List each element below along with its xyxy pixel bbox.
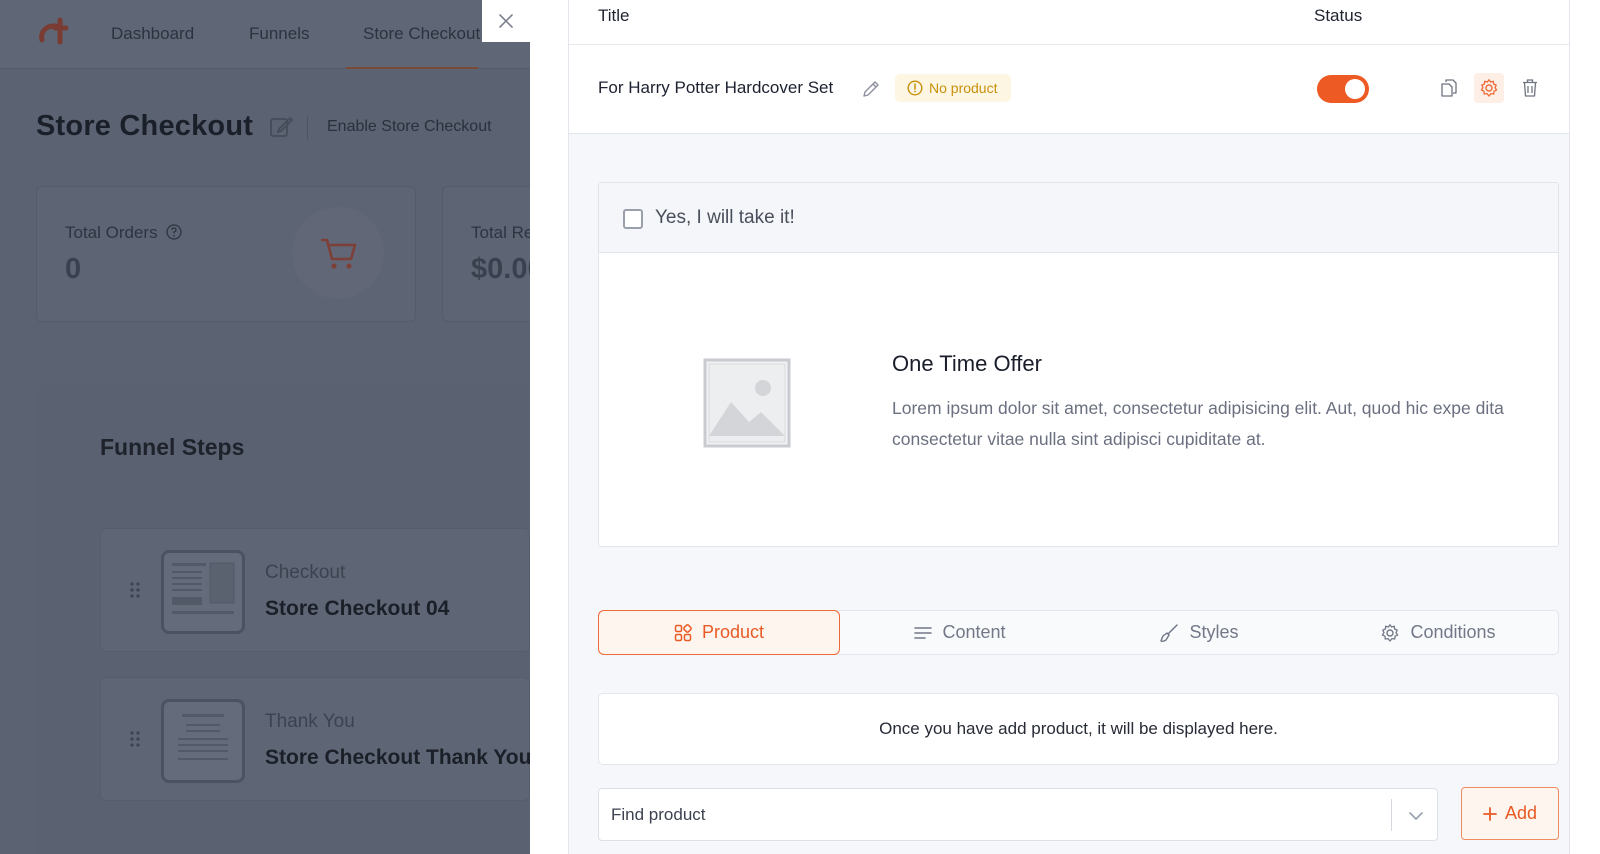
find-product-select[interactable] bbox=[598, 788, 1438, 841]
warning-icon bbox=[907, 80, 923, 96]
table-header: Title Status bbox=[569, 0, 1569, 45]
add-button-label: Add bbox=[1504, 803, 1538, 823]
nav-store-checkout[interactable]: Store Checkout bbox=[363, 24, 480, 44]
image-placeholder-icon bbox=[703, 358, 791, 448]
pencil-icon[interactable] bbox=[861, 79, 881, 99]
page-title: Store Checkout bbox=[36, 110, 254, 142]
nav-active-indicator bbox=[346, 67, 478, 69]
tab-label: Content bbox=[942, 622, 1006, 642]
order-bump-drawer: Title Status For Harry Potter Hardcover … bbox=[530, 0, 1600, 854]
offer-header: Yes, I will take it! bbox=[599, 183, 1558, 253]
enable-store-checkout-label[interactable]: Enable Store Checkout bbox=[327, 118, 492, 136]
copy-icon bbox=[1441, 79, 1457, 97]
cartflows-logo-icon bbox=[39, 17, 69, 45]
duplicate-button[interactable] bbox=[1434, 73, 1464, 103]
tab-content[interactable]: Content bbox=[839, 610, 1081, 655]
title-divider bbox=[307, 116, 308, 140]
add-product-button[interactable]: Add bbox=[1461, 787, 1559, 840]
step-thumbnail bbox=[161, 699, 245, 783]
no-product-badge: No product bbox=[895, 74, 1012, 102]
step-name[interactable]: Store Checkout Thank You bbox=[265, 746, 530, 770]
column-header-title: Title bbox=[598, 6, 630, 25]
tab-product[interactable]: Product bbox=[598, 610, 840, 655]
cart-badge bbox=[292, 207, 384, 299]
order-bump-title: For Harry Potter Hardcover Set bbox=[598, 78, 834, 97]
tab-conditions[interactable]: Conditions bbox=[1317, 610, 1559, 655]
tab-label: Conditions bbox=[1410, 622, 1496, 642]
top-navigation: Dashboard Funnels Store Checkout bbox=[0, 0, 530, 69]
trash-icon bbox=[1523, 79, 1537, 97]
offer-checkbox-label[interactable]: Yes, I will take it! bbox=[655, 207, 795, 229]
funnel-step-card[interactable]: Checkout Store Checkout 04 bbox=[100, 528, 530, 652]
gear-icon bbox=[1480, 79, 1498, 97]
offer-description: Lorem ipsum dolor sit amet, consectetur … bbox=[892, 398, 1504, 449]
badge-label: No product bbox=[929, 80, 998, 96]
stat-value: $0.00 bbox=[471, 253, 530, 285]
stat-label: Total Orders bbox=[65, 223, 182, 243]
empty-products-message: Once you have add product, it will be di… bbox=[598, 693, 1559, 765]
stat-value: 0 bbox=[65, 253, 82, 285]
tab-label: Styles bbox=[1189, 622, 1239, 642]
funnel-step-card[interactable]: Thank You Store Checkout Thank You bbox=[100, 677, 530, 801]
background-app: Dashboard Funnels Store Checkout Store C… bbox=[0, 0, 530, 854]
step-thumbnail bbox=[161, 550, 245, 634]
step-type: Thank You bbox=[265, 711, 355, 732]
settings-button[interactable] bbox=[1474, 73, 1504, 103]
brush-icon bbox=[1160, 623, 1179, 642]
cart-icon bbox=[321, 238, 357, 269]
nav-funnels[interactable]: Funnels bbox=[249, 24, 309, 44]
offer-title: One Time Offer bbox=[892, 351, 1042, 376]
drag-handle-icon[interactable] bbox=[129, 581, 141, 599]
nav-dashboard[interactable]: Dashboard bbox=[111, 24, 194, 44]
stat-label: Total Rev bbox=[471, 223, 530, 242]
stat-card-revenue: Total Rev $0.00 bbox=[442, 186, 530, 322]
help-icon[interactable] bbox=[166, 224, 182, 240]
close-icon bbox=[499, 14, 513, 28]
step-name[interactable]: Store Checkout 04 bbox=[265, 597, 449, 621]
select-divider bbox=[1391, 799, 1392, 831]
checkout-thumbnail-icon bbox=[172, 562, 235, 614]
plus-icon bbox=[1483, 806, 1497, 821]
step-type: Checkout bbox=[265, 562, 346, 583]
gear-icon bbox=[1382, 623, 1399, 642]
product-grid-icon bbox=[674, 623, 692, 641]
order-bump-preview: Yes, I will take it! One Time Offer Lore… bbox=[598, 182, 1559, 547]
stat-card-orders: Total Orders 0 bbox=[36, 186, 416, 322]
tab-label: Product bbox=[701, 622, 765, 642]
funnel-steps-title: Funnel Steps bbox=[100, 434, 245, 460]
thankyou-thumbnail-icon bbox=[178, 714, 228, 760]
tab-styles[interactable]: Styles bbox=[1078, 610, 1320, 655]
toggle-knob bbox=[1345, 79, 1365, 99]
drag-handle-icon[interactable] bbox=[129, 730, 141, 748]
text-lines-icon bbox=[914, 626, 933, 639]
drawer-content: Title Status For Harry Potter Hardcover … bbox=[568, 0, 1570, 854]
find-product-input[interactable] bbox=[611, 789, 1351, 840]
close-drawer-button[interactable] bbox=[482, 0, 530, 42]
settings-tabs: Product Content Styles Conditions bbox=[598, 610, 1559, 655]
delete-button[interactable] bbox=[1515, 73, 1545, 103]
offer-checkbox[interactable] bbox=[623, 209, 643, 229]
order-bump-row: For Harry Potter Hardcover Set No produc… bbox=[569, 45, 1569, 134]
chevron-down-icon[interactable] bbox=[1407, 807, 1425, 825]
edit-title-icon[interactable] bbox=[268, 114, 294, 140]
column-header-status: Status bbox=[1314, 6, 1363, 25]
status-toggle[interactable] bbox=[1317, 75, 1369, 103]
order-bump-preview-area: Yes, I will take it! One Time Offer Lore… bbox=[569, 134, 1569, 854]
empty-message-text: Once you have add product, it will be di… bbox=[879, 719, 1278, 738]
